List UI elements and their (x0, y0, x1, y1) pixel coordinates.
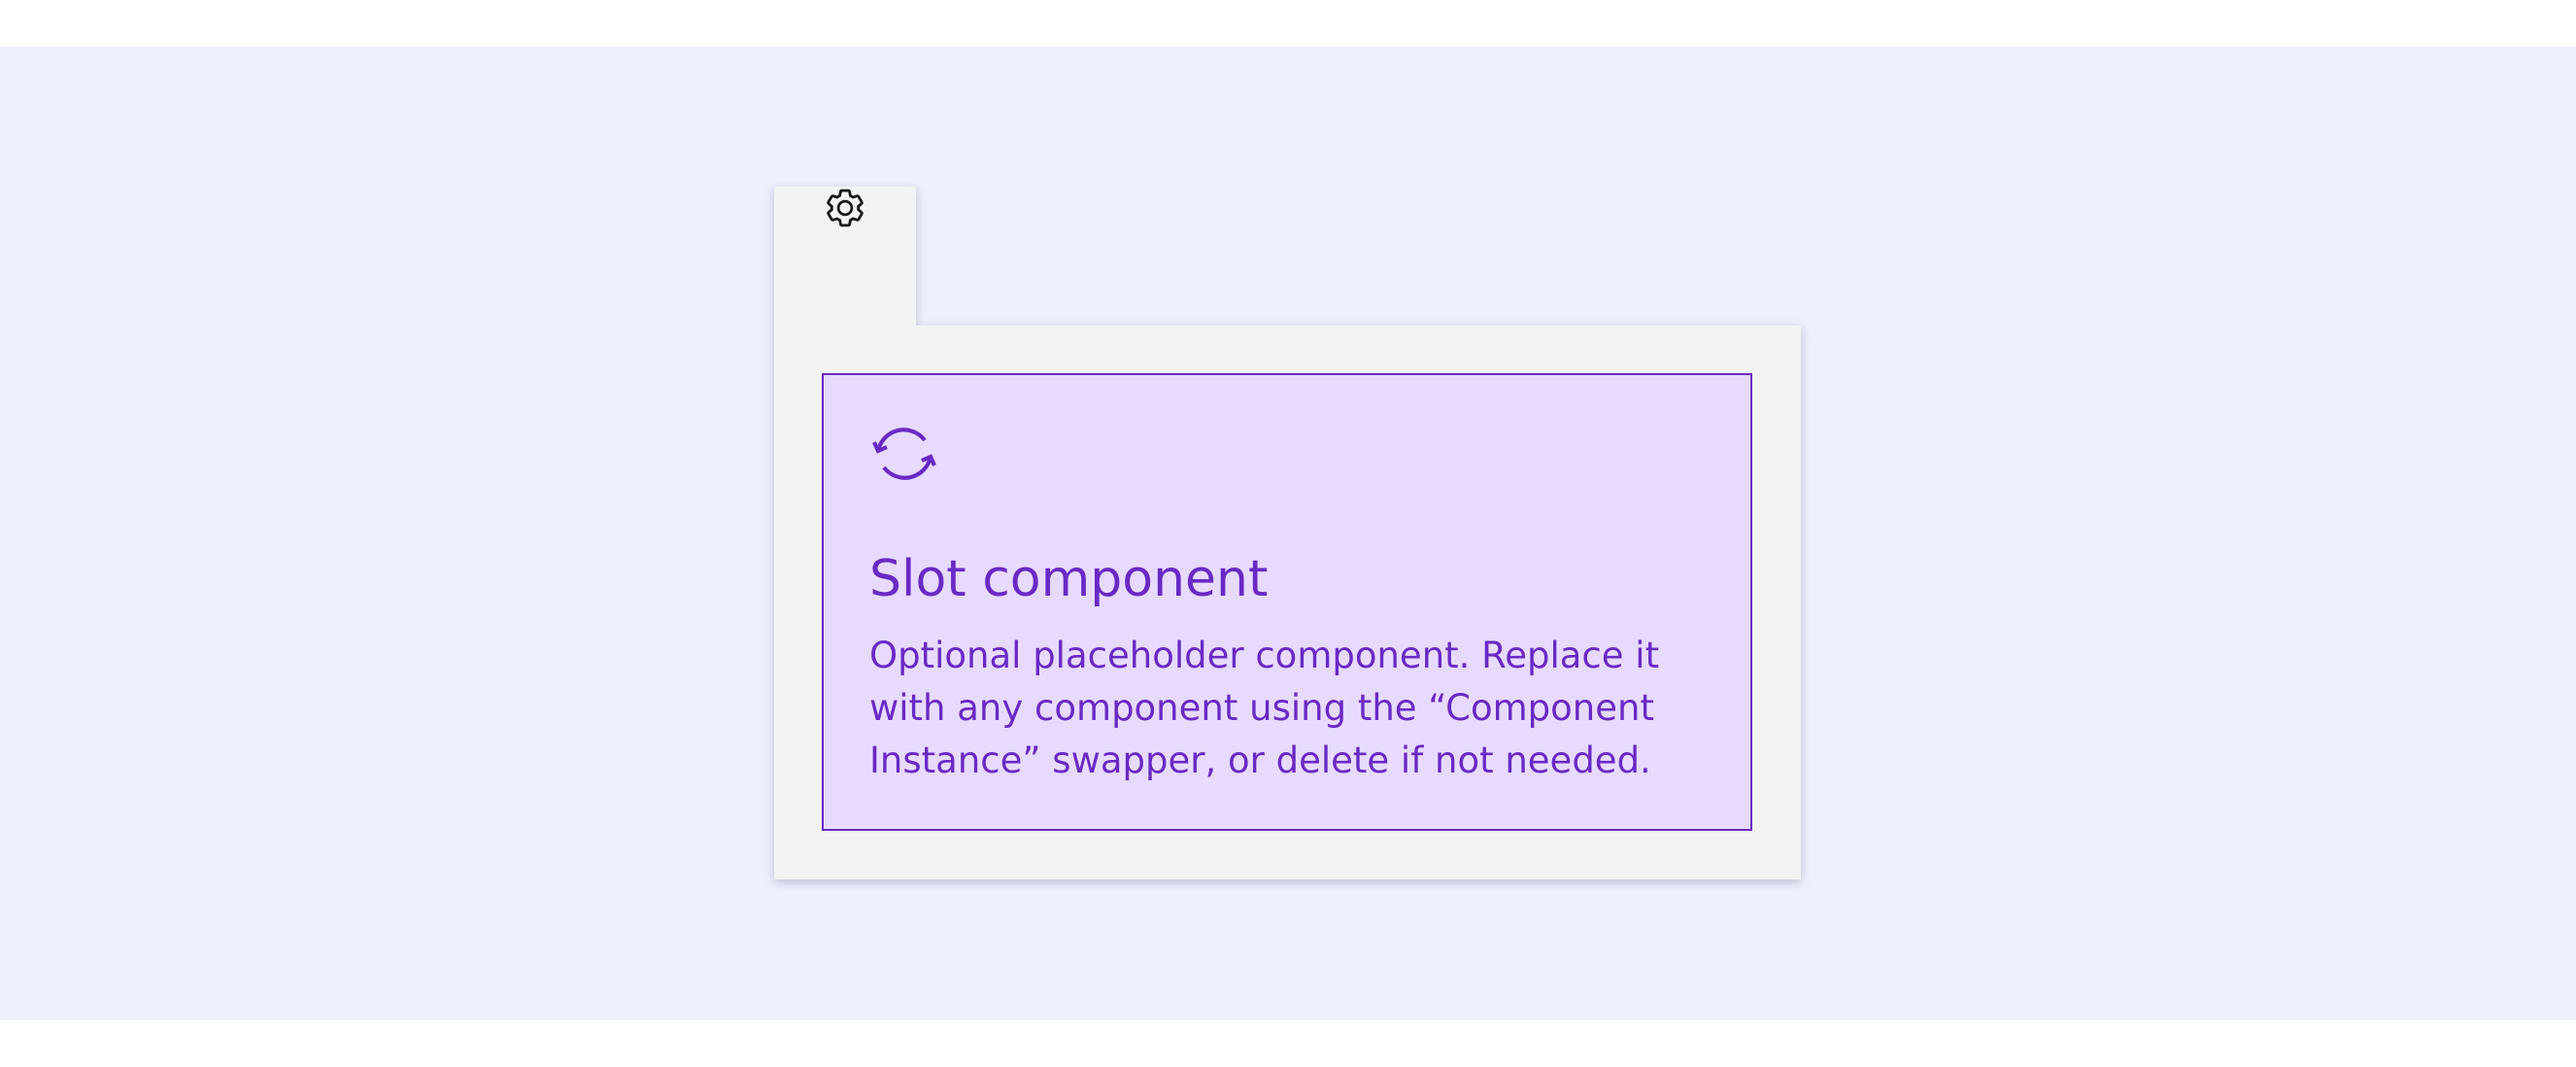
slot-component[interactable]: Slot component Optional placeholder comp… (822, 373, 1752, 831)
gear-icon[interactable] (824, 187, 866, 229)
swap-icon (872, 422, 936, 486)
slot-title: Slot component (869, 550, 1269, 608)
canvas: Slot component Optional placeholder comp… (0, 47, 2576, 1020)
slot-description: Optional placeholder component. Replace … (869, 635, 1660, 781)
